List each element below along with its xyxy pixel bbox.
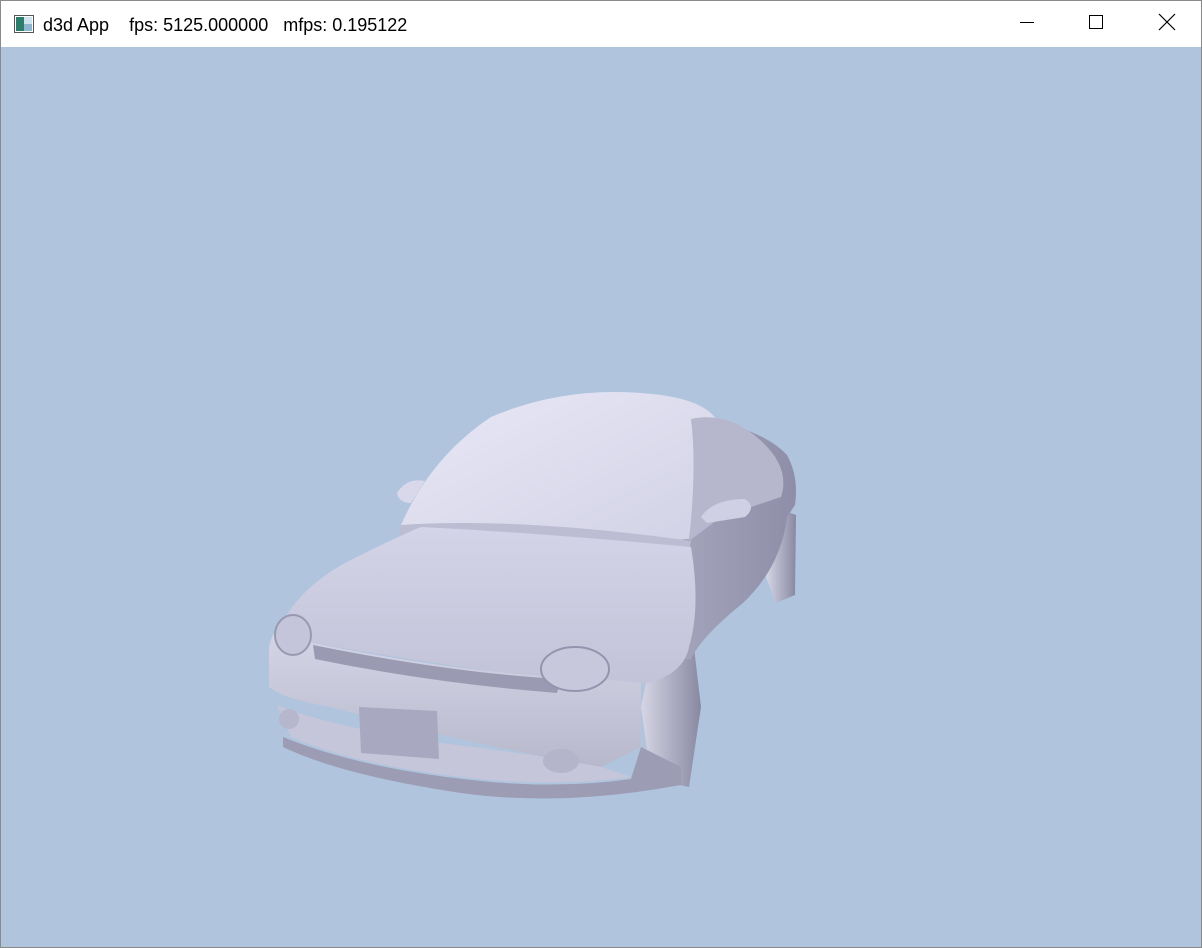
minimize-icon bbox=[1019, 14, 1035, 35]
app-icon bbox=[14, 15, 34, 33]
title-bar[interactable]: d3d App fps: 5125.000000 mfps: 0.195122 bbox=[1, 1, 1201, 47]
minimize-button[interactable] bbox=[992, 1, 1061, 47]
fps-readout: fps: 5125.000000 bbox=[129, 15, 269, 35]
close-button[interactable] bbox=[1132, 1, 1201, 47]
app-window: d3d App fps: 5125.000000 mfps: 0.195122 bbox=[0, 0, 1202, 948]
close-icon bbox=[1158, 13, 1176, 36]
mfps-readout: mfps: 0.195122 bbox=[283, 15, 408, 35]
car-model bbox=[269, 392, 796, 799]
render-viewport[interactable] bbox=[1, 47, 1201, 947]
maximize-button[interactable] bbox=[1061, 1, 1130, 47]
app-name: d3d App bbox=[43, 15, 110, 35]
maximize-icon bbox=[1088, 14, 1104, 35]
window-title: d3d App fps: 5125.000000 mfps: 0.195122 bbox=[43, 14, 407, 36]
